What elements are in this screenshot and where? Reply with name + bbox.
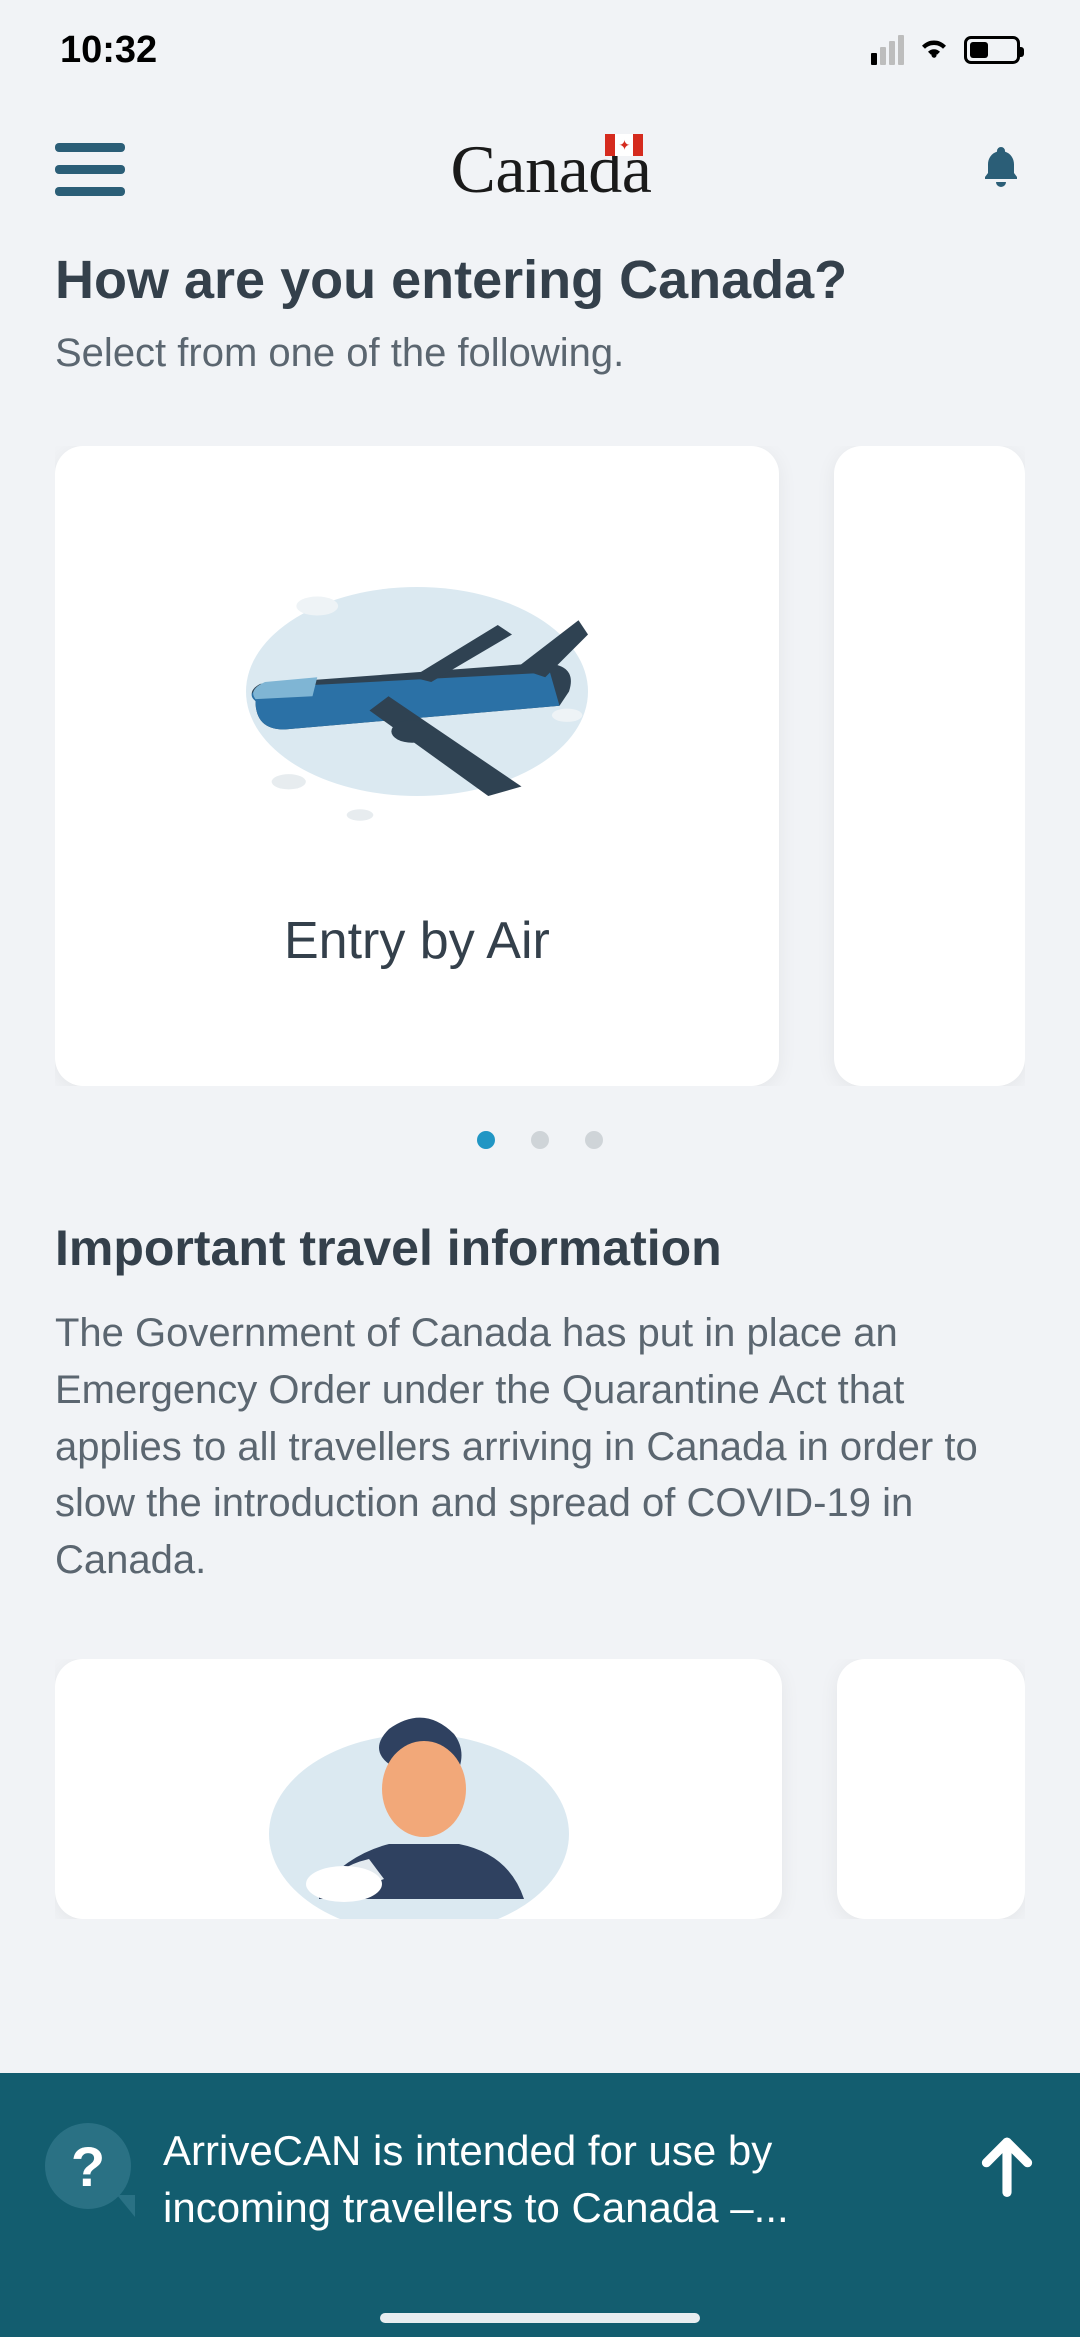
status-time: 10:32 (60, 29, 157, 72)
question-heading: How are you entering Canada? (55, 249, 1025, 311)
info-card-next[interactable] (837, 1659, 1025, 1919)
carousel-pagination (55, 1131, 1025, 1149)
app-header: Canada ✦ (0, 100, 1080, 249)
wifi-icon (916, 30, 952, 71)
person-icon (259, 1699, 579, 1919)
expand-up-button[interactable] (979, 2133, 1035, 2202)
canada-flag-icon: ✦ (605, 134, 643, 156)
info-heading: Important travel information (55, 1219, 1025, 1277)
cellular-signal-icon (871, 35, 904, 65)
help-button[interactable]: ? (45, 2123, 131, 2209)
battery-icon (964, 36, 1020, 64)
status-bar: 10:32 (0, 0, 1080, 100)
question-subtitle: Select from one of the following. (55, 331, 1025, 376)
pagination-dot[interactable] (477, 1131, 495, 1149)
info-carousel[interactable] (55, 1659, 1025, 1919)
home-indicator (380, 2313, 700, 2323)
entry-card-air[interactable]: Entry by Air (55, 446, 779, 1086)
notifications-button[interactable] (977, 139, 1025, 200)
entry-card-label: Entry by Air (284, 911, 550, 971)
entry-carousel[interactable]: Entry by Air (55, 446, 1025, 1086)
canada-wordmark: Canada ✦ (451, 130, 652, 209)
bottom-banner-text: ArriveCAN is intended for use by incomin… (163, 2123, 947, 2236)
pagination-dot[interactable] (585, 1131, 603, 1149)
main-content: How are you entering Canada? Select from… (0, 249, 1080, 1919)
menu-button[interactable] (55, 143, 125, 196)
info-body: The Government of Canada has put in plac… (55, 1305, 1025, 1589)
entry-card-next[interactable] (834, 446, 1025, 1086)
pagination-dot[interactable] (531, 1131, 549, 1149)
bottom-banner: ? ArriveCAN is intended for use by incom… (0, 2073, 1080, 2337)
status-icons (871, 30, 1020, 71)
info-card[interactable] (55, 1659, 782, 1919)
airplane-icon (227, 561, 607, 841)
